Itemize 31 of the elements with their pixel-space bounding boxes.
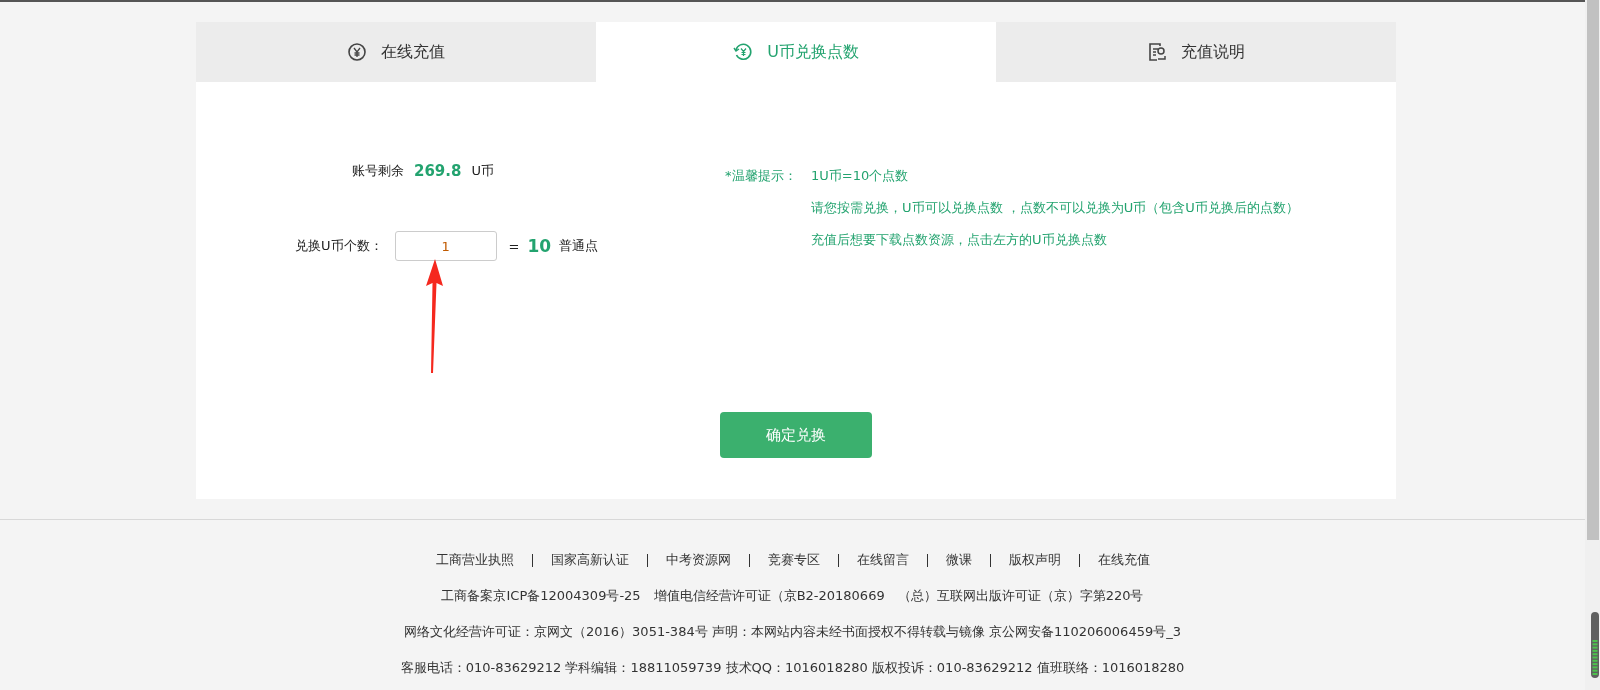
tab[interactable]: 充值说明	[996, 22, 1396, 82]
footer-text: 工商备案京ICP备12004309号-25 增值电信经营许可证（京B2-20180669 （总）互联网出版许可证（京）字第220号	[441, 587, 1144, 605]
yen-refresh-icon	[733, 42, 754, 62]
footer-link[interactable]: 在线充值	[1079, 551, 1168, 569]
footer-link[interactable]: 在线留言	[838, 551, 927, 569]
footer-link[interactable]: 微课	[927, 551, 990, 569]
footer-link[interactable]: 中考资源网	[647, 551, 749, 569]
tip-text: 1U币=10个点数	[811, 167, 910, 185]
balance-value: 269.8	[414, 162, 462, 180]
scrollbar-thumb[interactable]	[1587, 0, 1599, 540]
tip-text: 请您按需兑换，U币可以兑换点数 ，点数不可以兑换为U币（包含U币兑换后的点数）	[811, 199, 1299, 217]
footer-link[interactable]: 工商营业执照	[417, 551, 532, 569]
yen-circle-icon	[347, 42, 367, 62]
footer-text: 网络文化经营许可证：京网文（2016）3051-384号 声明：本网站内容未经书面授权不得转载与镜像 京公网安备110206006459号_3	[404, 623, 1181, 641]
document-search-icon	[1147, 42, 1167, 62]
balance-unit: U币	[471, 162, 494, 180]
equals-sign: =	[508, 238, 520, 254]
level-gauge-icon	[1591, 612, 1599, 680]
exchange-label: 兑换U币个数：	[295, 237, 383, 255]
points-result: 10	[527, 236, 552, 256]
scrollbar[interactable]	[1585, 0, 1600, 690]
footer-link[interactable]: 版权声明	[990, 551, 1079, 569]
amount-input-field[interactable]: 1	[394, 231, 497, 261]
footer-link[interactable]: 竞赛专区	[749, 551, 838, 569]
points-unit: 普通点	[559, 237, 599, 255]
tips-label: *温馨提示：	[725, 167, 798, 185]
footer-link[interactable]: 国家高新认证	[532, 551, 647, 569]
balance-label: 账号剩余	[352, 162, 404, 180]
footer-text: 客服电话：010-83629212 学科编辑：18811059739 技术QQ：1016018280 版权投诉：010-83629212 值班联络：1016018280	[400, 659, 1185, 677]
tab[interactable]: 在线充值	[196, 22, 596, 82]
tip-text: 充值后想要下载点数资源，点击左方的U币兑换点数	[811, 231, 1108, 249]
